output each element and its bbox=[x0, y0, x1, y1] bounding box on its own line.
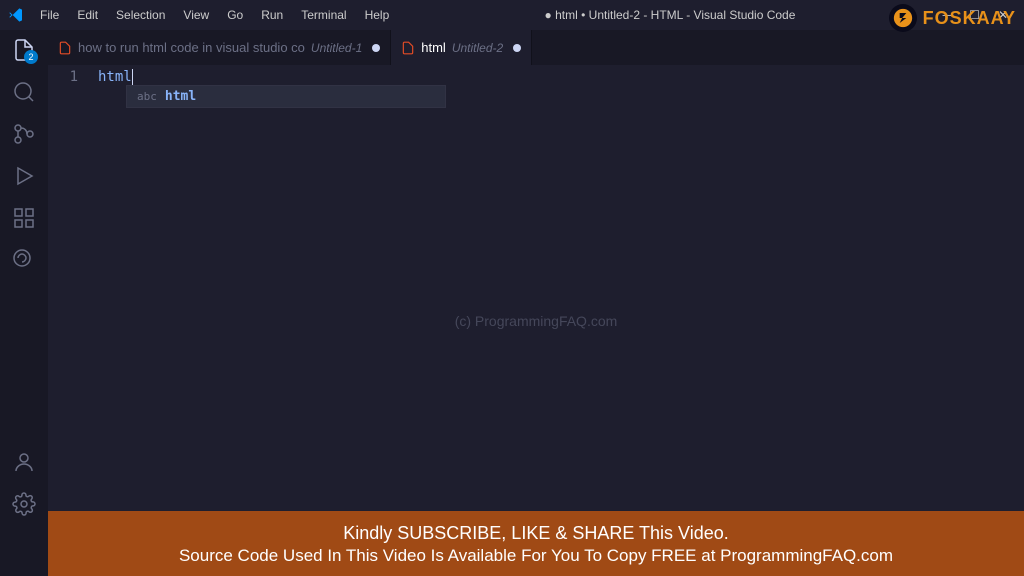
autocomplete-label: html bbox=[165, 89, 196, 104]
promo-banner: Kindly SUBSCRIBE, LIKE & SHARE This Vide… bbox=[48, 511, 1024, 576]
window-title: ● html • Untitled-2 - HTML - Visual Stud… bbox=[397, 8, 942, 22]
activity-bar: 2 bbox=[0, 30, 48, 576]
html-file-icon bbox=[401, 41, 415, 55]
menu-help[interactable]: Help bbox=[357, 4, 398, 26]
tab-bar: how to run html code in visual studio co… bbox=[48, 30, 1024, 65]
dirty-indicator-icon bbox=[372, 44, 380, 52]
extensions-icon[interactable] bbox=[12, 206, 36, 230]
banner-line-1: Kindly SUBSCRIBE, LIKE & SHARE This Vide… bbox=[60, 521, 1012, 545]
tab-sublabel: Untitled-1 bbox=[311, 41, 362, 55]
explorer-badge: 2 bbox=[24, 50, 38, 64]
text-cursor bbox=[132, 69, 133, 85]
editor-content[interactable]: 1 html abc html (c) ProgrammingFAQ.com bbox=[48, 65, 1024, 576]
foskaay-mark-icon bbox=[889, 4, 917, 32]
run-debug-icon[interactable] bbox=[12, 164, 36, 188]
search-icon[interactable] bbox=[12, 80, 36, 104]
tab-sublabel: Untitled-2 bbox=[452, 41, 503, 55]
menu-terminal[interactable]: Terminal bbox=[293, 4, 354, 26]
dirty-indicator-icon bbox=[513, 44, 521, 52]
settings-icon[interactable] bbox=[12, 492, 36, 516]
line-gutter: 1 bbox=[48, 65, 98, 576]
banner-line-2: Source Code Used In This Video Is Availa… bbox=[60, 545, 1012, 568]
source-control-icon[interactable] bbox=[12, 122, 36, 146]
menu-file[interactable]: File bbox=[32, 4, 67, 26]
tab-untitled-1[interactable]: how to run html code in visual studio co… bbox=[48, 30, 391, 65]
main-area: 2 how to run ht bbox=[0, 30, 1024, 576]
menu-selection[interactable]: Selection bbox=[108, 4, 173, 26]
remote-icon[interactable] bbox=[12, 248, 36, 272]
autocomplete-popup[interactable]: abc html bbox=[126, 85, 446, 108]
tab-label: how to run html code in visual studio co bbox=[78, 40, 305, 55]
accounts-icon[interactable] bbox=[12, 450, 36, 474]
watermark-text: (c) ProgrammingFAQ.com bbox=[455, 313, 618, 329]
tab-label: html bbox=[421, 40, 446, 55]
vscode-logo-icon bbox=[8, 7, 24, 23]
menu-run[interactable]: Run bbox=[253, 4, 291, 26]
minimap[interactable] bbox=[1010, 65, 1024, 576]
foskaay-logo: FOSKAAY bbox=[889, 4, 1016, 32]
autocomplete-item[interactable]: abc html bbox=[127, 86, 445, 107]
editor-area: how to run html code in visual studio co… bbox=[48, 30, 1024, 576]
menu-go[interactable]: Go bbox=[219, 4, 251, 26]
menu-view[interactable]: View bbox=[175, 4, 217, 26]
line-number: 1 bbox=[48, 69, 78, 85]
foskaay-text: FOSKAAY bbox=[923, 8, 1016, 29]
code-text: html bbox=[98, 69, 132, 85]
html-file-icon bbox=[58, 41, 72, 55]
menu-edit[interactable]: Edit bbox=[69, 4, 106, 26]
autocomplete-kind: abc bbox=[137, 90, 157, 103]
tab-untitled-2[interactable]: html Untitled-2 bbox=[391, 30, 532, 65]
explorer-icon[interactable]: 2 bbox=[12, 38, 36, 62]
menu-bar: File Edit Selection View Go Run Terminal… bbox=[32, 4, 397, 26]
title-bar: File Edit Selection View Go Run Terminal… bbox=[0, 0, 1024, 30]
